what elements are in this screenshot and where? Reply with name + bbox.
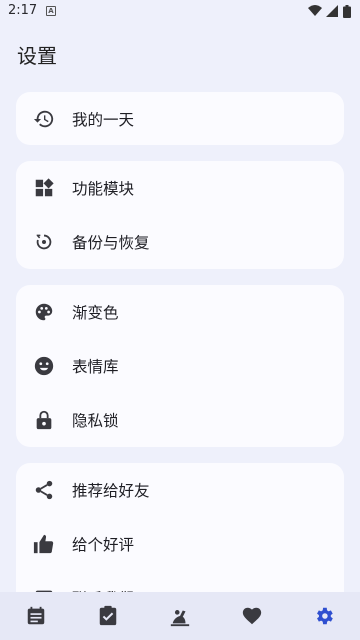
share-icon bbox=[33, 479, 55, 501]
settings-group-about: 推荐给好友 给个好评 联系我们 bbox=[16, 463, 344, 613]
settings-list: 我的一天 功能模块 备份与恢复 渐变色 表情库 隐私锁 推荐给好友 给个好评 bbox=[16, 92, 344, 629]
bottom-navigation bbox=[0, 592, 360, 640]
nav-tab-favorites[interactable] bbox=[240, 604, 264, 628]
nav-tab-tasks[interactable] bbox=[96, 604, 120, 628]
settings-item-modules[interactable]: 功能模块 bbox=[16, 161, 344, 215]
settings-group-appearance: 渐变色 表情库 隐私锁 bbox=[16, 285, 344, 447]
status-time: 2:17 bbox=[8, 3, 38, 18]
heart-icon bbox=[242, 607, 262, 625]
settings-item-label: 给个好评 bbox=[72, 536, 135, 554]
settings-item-rate[interactable]: 给个好评 bbox=[16, 517, 344, 571]
notification-icon: A bbox=[46, 6, 56, 16]
page-title: 设置 bbox=[17, 44, 57, 68]
widgets-icon bbox=[33, 177, 55, 199]
checklist-icon bbox=[99, 605, 117, 626]
settings-item-label: 推荐给好友 bbox=[72, 482, 150, 500]
status-bar: 2:17 A bbox=[0, 0, 360, 24]
settings-item-gradient[interactable]: 渐变色 bbox=[16, 285, 344, 339]
settings-group-my-day: 我的一天 bbox=[16, 92, 344, 145]
settings-item-my-day[interactable]: 我的一天 bbox=[16, 92, 344, 145]
emoji-icon bbox=[33, 355, 55, 377]
nav-tab-diary[interactable] bbox=[168, 604, 192, 628]
settings-item-label: 渐变色 bbox=[72, 304, 119, 322]
settings-item-label: 我的一天 bbox=[72, 110, 135, 129]
diary-icon bbox=[170, 610, 190, 627]
settings-item-backup[interactable]: 备份与恢复 bbox=[16, 215, 344, 269]
signal-icon bbox=[326, 5, 338, 17]
thumb-up-icon bbox=[33, 533, 55, 555]
lock-icon bbox=[33, 409, 55, 431]
nav-tab-notes[interactable] bbox=[24, 604, 48, 628]
settings-item-label: 备份与恢复 bbox=[72, 234, 150, 252]
settings-item-share[interactable]: 推荐给好友 bbox=[16, 463, 344, 517]
nav-tab-settings[interactable] bbox=[312, 604, 336, 628]
settings-group-data: 功能模块 备份与恢复 bbox=[16, 161, 344, 269]
settings-item-label: 功能模块 bbox=[72, 180, 135, 198]
battery-icon bbox=[343, 5, 351, 18]
restore-icon bbox=[33, 231, 55, 253]
settings-icon bbox=[317, 607, 333, 625]
wifi-icon bbox=[308, 5, 322, 16]
settings-item-label: 表情库 bbox=[72, 358, 119, 376]
settings-item-privacy-lock[interactable]: 隐私锁 bbox=[16, 393, 344, 447]
settings-item-label: 隐私锁 bbox=[72, 412, 119, 430]
palette-icon bbox=[33, 301, 55, 323]
history-icon bbox=[33, 108, 55, 130]
settings-item-emoji[interactable]: 表情库 bbox=[16, 339, 344, 393]
settings-screen: 2:17 A 设置 我的一天 功能模块 备份与恢复 渐变色 表情库 隐私锁 推荐… bbox=[0, 0, 360, 640]
notes-icon bbox=[27, 606, 45, 625]
